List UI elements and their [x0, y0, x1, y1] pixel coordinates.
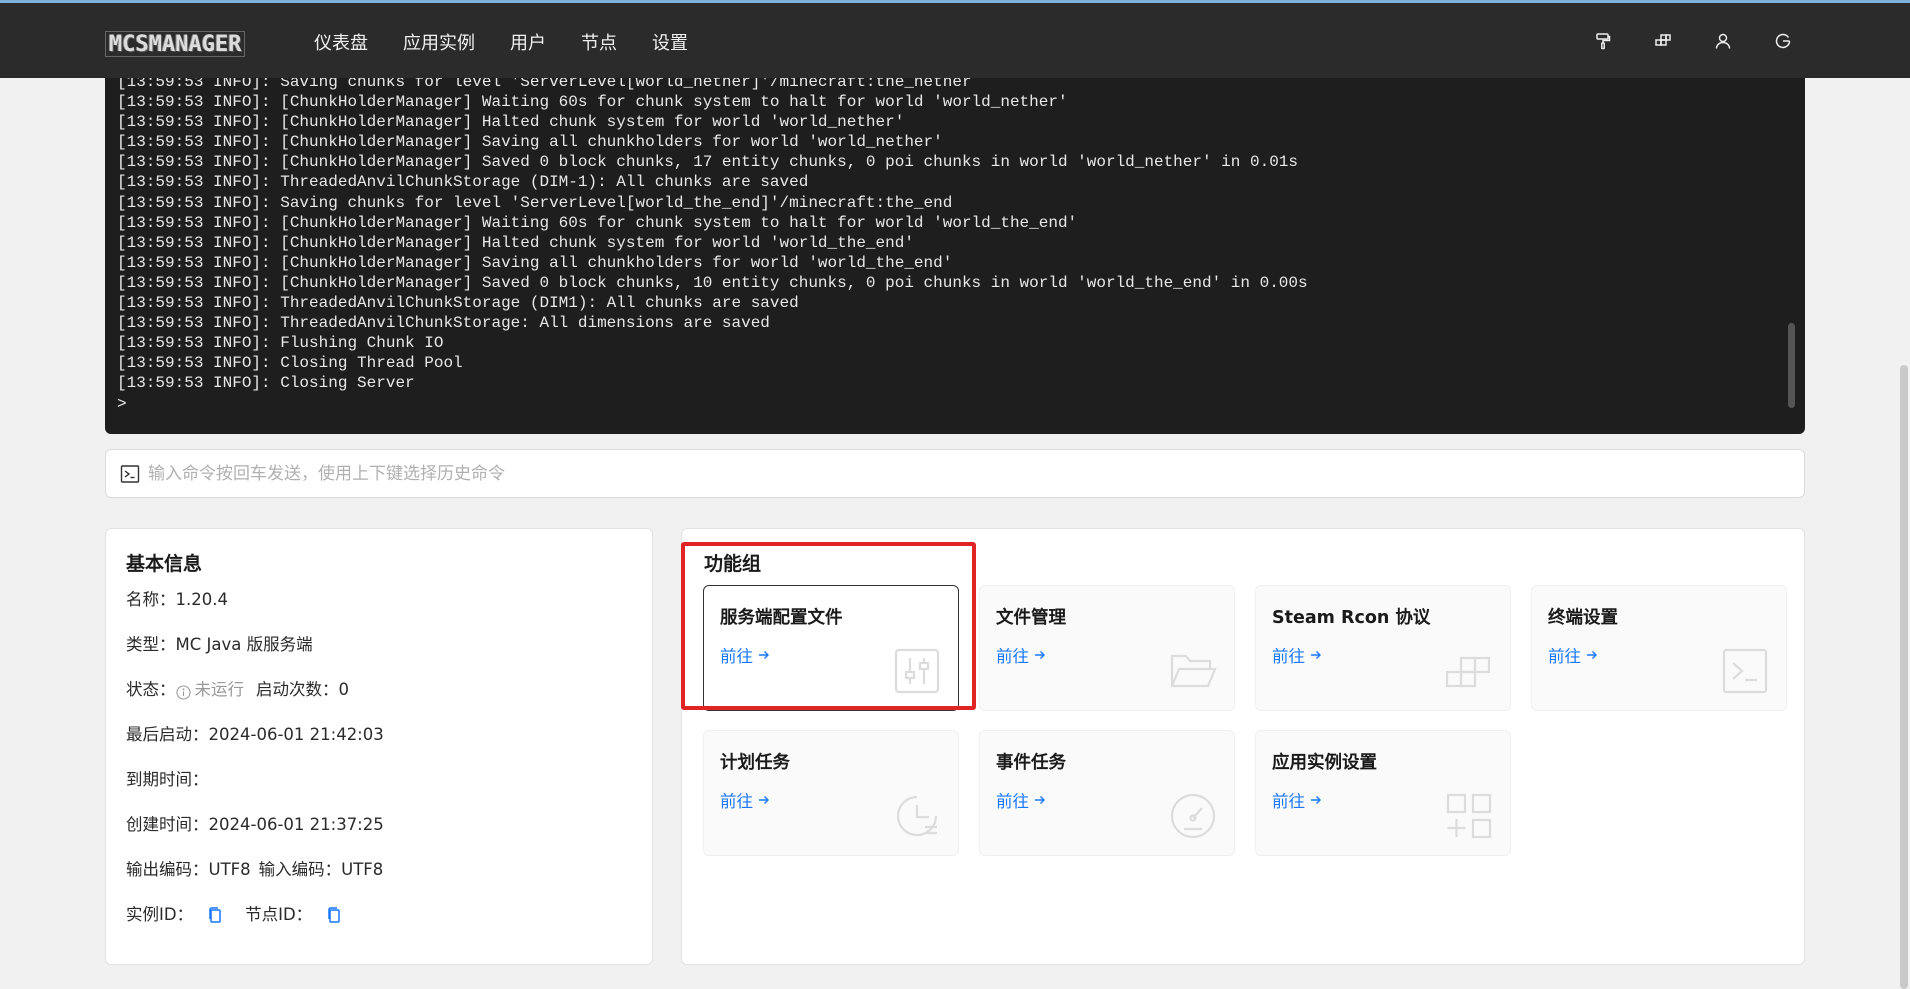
paint-roller-icon[interactable]: [1594, 32, 1612, 50]
console-line: [13:59:53 INFO]: Saving chunks for level…: [117, 78, 972, 91]
input-encoding-label: 输入编码：: [258, 860, 342, 879]
console-line: [13:59:53 INFO]: ThreadedAnvilChunkStora…: [117, 173, 809, 192]
page-scrollbar[interactable]: [1900, 365, 1908, 989]
console-line: [13:59:53 INFO]: Saving chunks for level…: [117, 193, 953, 212]
console-line: [13:59:53 INFO]: [ChunkHolderManager] Ha…: [117, 113, 905, 132]
info-encoding-row: 输出编码： UTF8 输入编码： UTF8: [126, 858, 632, 903]
dashboard-icon: [1168, 791, 1218, 841]
copy-instance-id-icon[interactable]: [207, 906, 223, 924]
console-line: >: [117, 394, 127, 413]
tile-server-config[interactable]: 服务端配置文件 前往: [703, 585, 959, 711]
tile-steam-rcon[interactable]: Steam Rcon 协议 前往: [1255, 585, 1511, 711]
tile-title: 终端设置: [1548, 608, 1618, 628]
nav-dashboard[interactable]: 仪表盘: [314, 31, 368, 57]
info-status-row: 状态： 未运行 启动次数： 0: [126, 678, 632, 723]
console-line: [13:59:53 INFO]: [ChunkHolderManager] Sa…: [117, 273, 1308, 292]
tile-title: 文件管理: [996, 608, 1066, 628]
top-right-actions: [1594, 32, 1792, 50]
feature-group-title: 功能组: [704, 553, 762, 575]
layout-blocks-icon[interactable]: [1654, 32, 1672, 50]
info-created-row: 创建时间： 2024-06-01 21:37:25: [126, 813, 632, 858]
console-line: [13:59:53 INFO]: [ChunkHolderManager] Sa…: [117, 153, 1298, 172]
type-label: 类型：: [126, 635, 176, 654]
tile-title: 事件任务: [996, 753, 1066, 773]
logout-icon[interactable]: [1774, 32, 1792, 50]
console-line: [13:59:53 INFO]: Closing Thread Pool: [117, 354, 463, 373]
folder-open-icon: [1168, 646, 1218, 696]
main-nav: 仪表盘 应用实例 用户 节点 设置: [314, 31, 723, 57]
console-output[interactable]: [13:59:53 INFO]: Saving chunks for level…: [105, 78, 1805, 434]
copy-node-id-icon[interactable]: [326, 906, 342, 924]
console-log: [13:59:53 INFO]: Saving chunks for level…: [117, 78, 1805, 414]
info-circle-icon: [175, 683, 191, 700]
top-nav-bar: MCSMANAGER 仪表盘 应用实例 用户 节点 设置: [0, 0, 1910, 78]
created-label: 创建时间：: [126, 815, 209, 834]
tile-terminal-settings[interactable]: 终端设置 前往: [1531, 585, 1787, 711]
info-type-row: 类型： MC Java 版服务端: [126, 633, 632, 678]
user-icon[interactable]: [1714, 32, 1732, 50]
command-input[interactable]: [148, 463, 1748, 484]
console-line: [13:59:53 INFO]: [ChunkHolderManager] Sa…: [117, 253, 953, 272]
info-ids-row: 实例ID： 节点ID：: [126, 903, 632, 948]
type-value: MC Java 版服务端: [175, 635, 313, 654]
tile-file-manager[interactable]: 文件管理 前往: [979, 585, 1235, 711]
info-last-start-row: 最后启动： 2024-06-01 21:42:03: [126, 723, 632, 768]
tile-instance-settings[interactable]: 应用实例设置 前往: [1255, 730, 1511, 856]
nav-nodes[interactable]: 节点: [581, 31, 617, 57]
last-start-value: 2024-06-01 21:42:03: [208, 725, 384, 744]
tile-title: Steam Rcon 协议: [1272, 608, 1431, 628]
info-name-row: 名称： 1.20.4: [126, 588, 632, 633]
created-value: 2024-06-01 21:37:25: [208, 815, 384, 834]
terminal-icon: [1720, 646, 1770, 696]
status-value: 未运行: [194, 680, 245, 699]
terminal-prompt-icon: [120, 464, 140, 484]
console-line: [13:59:53 INFO]: [ChunkHolderManager] Wa…: [117, 213, 1078, 232]
tile-event-tasks[interactable]: 事件任务 前往: [979, 730, 1235, 856]
tile-scheduled-tasks[interactable]: 计划任务 前往: [703, 730, 959, 856]
basic-info-card: 基本信息 名称： 1.20.4 类型： MC Java 版服务端 状态： 未运行…: [105, 528, 653, 965]
nav-settings[interactable]: 设置: [652, 31, 688, 57]
input-encoding-value: UTF8: [341, 860, 384, 879]
output-encoding-value: UTF8: [208, 860, 251, 879]
command-input-box[interactable]: [105, 449, 1805, 498]
app-add-icon: [1444, 791, 1494, 841]
blocks-icon: [1444, 646, 1494, 696]
console-line: [13:59:53 INFO]: Flushing Chunk IO: [117, 334, 444, 353]
console-line: [13:59:53 INFO]: [ChunkHolderManager] Sa…: [117, 133, 943, 152]
name-label: 名称：: [126, 590, 176, 609]
clock-icon: [892, 791, 942, 841]
sliders-icon: [892, 646, 942, 696]
expire-label: 到期时间：: [126, 770, 209, 789]
mcsmanager-logo[interactable]: MCSMANAGER: [105, 31, 246, 57]
console-scrollbar[interactable]: [1788, 323, 1795, 408]
console-line: [13:59:53 INFO]: ThreadedAnvilChunkStora…: [117, 294, 799, 313]
instance-id-label: 实例ID：: [126, 905, 194, 924]
basic-info-title: 基本信息: [126, 553, 203, 575]
nav-users[interactable]: 用户: [510, 31, 546, 57]
node-id-label: 节点ID：: [245, 905, 313, 924]
status-label: 状态：: [126, 680, 176, 699]
output-encoding-label: 输出编码：: [126, 860, 209, 879]
console-line: [13:59:53 INFO]: Closing Server: [117, 374, 415, 393]
info-expire-row: 到期时间：: [126, 768, 632, 813]
start-count-value: 0: [338, 680, 350, 699]
last-start-label: 最后启动：: [126, 725, 209, 744]
name-value: 1.20.4: [175, 590, 228, 609]
nav-instances[interactable]: 应用实例: [403, 31, 475, 57]
tile-title: 服务端配置文件: [720, 608, 843, 628]
feature-group-card: 功能组 服务端配置文件 前往 文件管理 前往 Steam Rcon 协议 前往 …: [681, 528, 1805, 965]
tile-title: 应用实例设置: [1272, 753, 1377, 773]
console-line: [13:59:53 INFO]: [ChunkHolderManager] Wa…: [117, 93, 1068, 112]
tile-title: 计划任务: [720, 753, 790, 773]
console-line: [13:59:53 INFO]: [ChunkHolderManager] Ha…: [117, 233, 914, 252]
start-count-label: 启动次数：: [256, 680, 339, 699]
console-line: [13:59:53 INFO]: ThreadedAnvilChunkStora…: [117, 314, 770, 333]
